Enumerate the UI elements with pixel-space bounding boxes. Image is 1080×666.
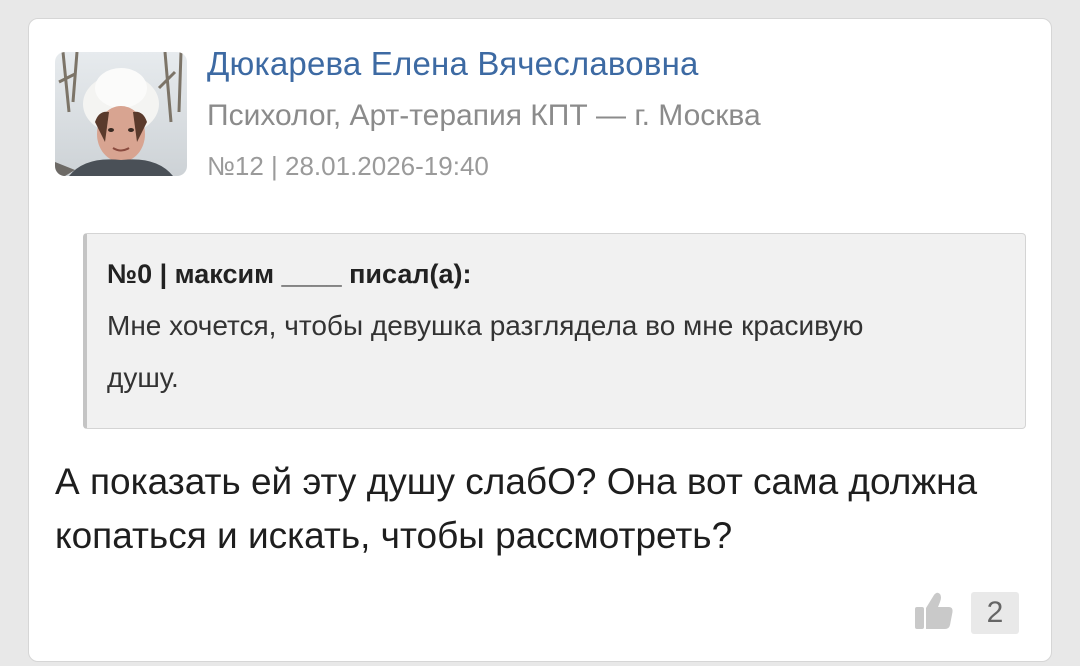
author-name[interactable]: Дюкарева Елена Вячеславовна bbox=[207, 45, 699, 83]
author-avatar[interactable] bbox=[55, 52, 187, 176]
quote-text: Мне хочется, чтобы девушка разглядела во… bbox=[107, 310, 864, 393]
like-count[interactable]: 2 bbox=[971, 592, 1019, 634]
post-body: А показать ей эту душу слабО? Она вот са… bbox=[55, 461, 978, 556]
author-role: Психолог, Арт-терапия КПТ — г. Москва bbox=[207, 99, 761, 132]
quote-header: №0 | максим ____ писал(а): bbox=[107, 259, 472, 289]
post-card: Дюкарева Елена Вячеславовна Психолог, Ар… bbox=[28, 18, 1052, 662]
post-meta: №12 | 28.01.2026-19:40 bbox=[207, 151, 489, 181]
thumbs-up-icon[interactable] bbox=[913, 589, 955, 631]
quote-block: №0 | максим ____ писал(а): Мне хочется, … bbox=[83, 233, 1026, 429]
avatar-photo-icon bbox=[55, 52, 187, 176]
